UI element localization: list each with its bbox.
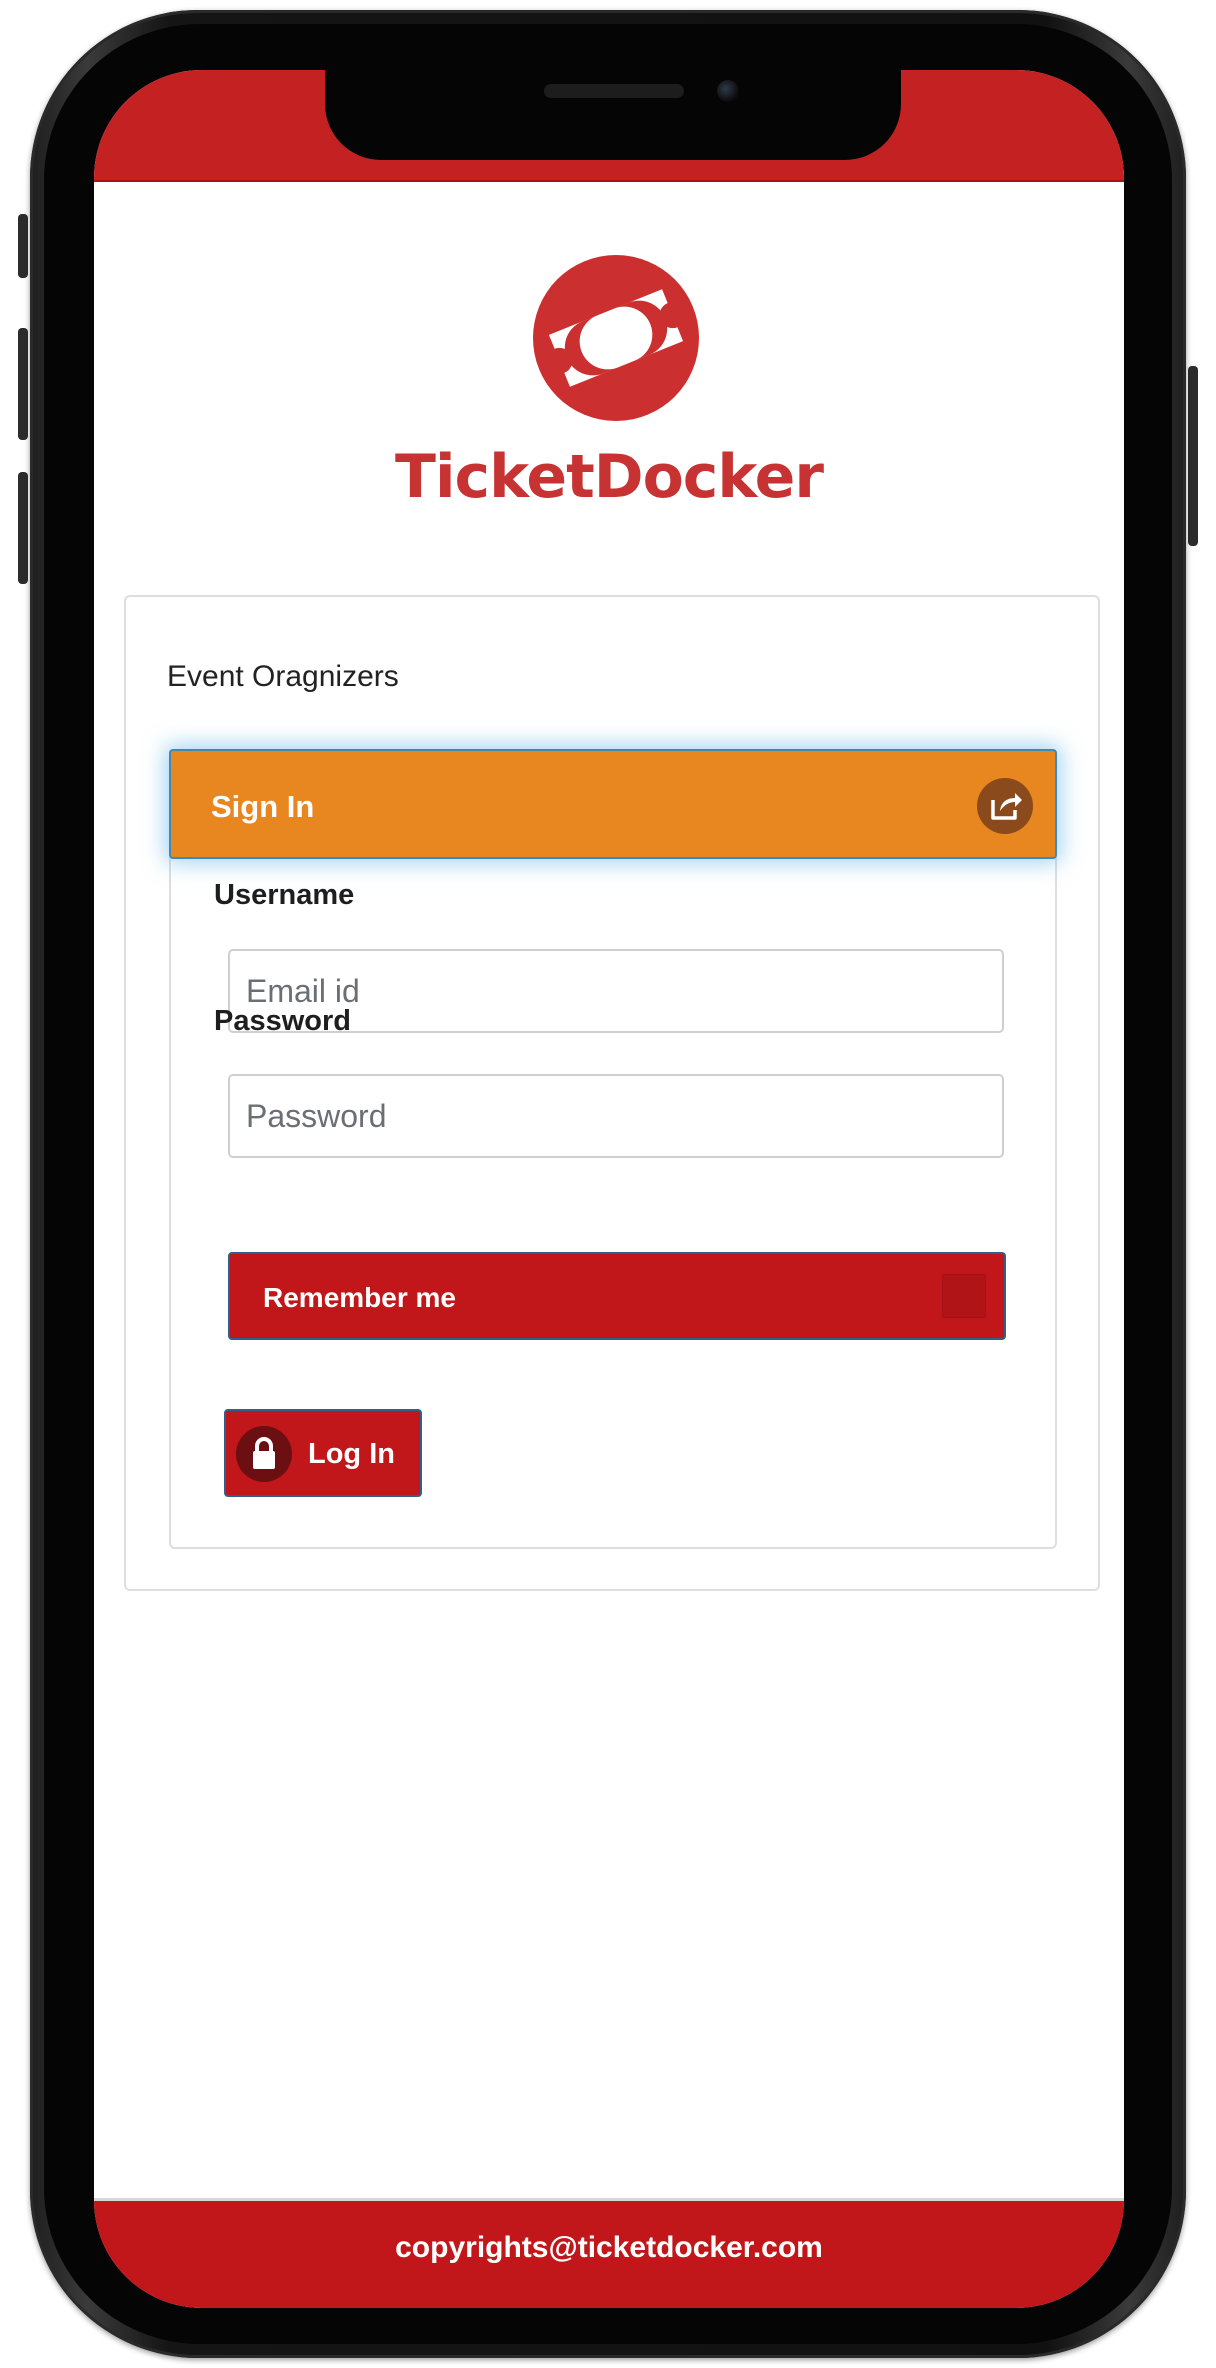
side-button-volume-up [18, 328, 28, 440]
username-label: Username [214, 879, 355, 911]
side-button-volume-down [18, 472, 28, 584]
remember-me-label: Remember me [263, 1282, 456, 1313]
sign-in-form: Username Password Remember me Log In [169, 857, 1057, 1549]
notch [325, 70, 901, 160]
login-card: Event Oragnizers Sign In Username Passwo… [124, 595, 1100, 1591]
login-label: Log In [308, 1438, 395, 1470]
footer-copyright: copyrights@ticketdocker.com [395, 2231, 823, 2264]
front-camera [717, 80, 739, 102]
password-label: Password [214, 1005, 351, 1037]
side-button-mute [18, 214, 28, 278]
remember-me-checkbox[interactable] [942, 1274, 986, 1318]
remember-me-toggle[interactable]: Remember me [228, 1252, 1006, 1340]
share-icon[interactable] [977, 778, 1033, 834]
password-input[interactable] [228, 1074, 1004, 1158]
side-button-power [1188, 366, 1198, 546]
lock-icon [236, 1426, 292, 1482]
speaker-grille [544, 84, 684, 98]
login-button[interactable]: Log In [224, 1409, 422, 1497]
sign-in-title: Sign In [211, 789, 315, 824]
footer: copyrights@ticketdocker.com [94, 2198, 1124, 2308]
ticket-logo-icon [533, 255, 699, 421]
brand-name: TicketDocker [395, 442, 824, 512]
app-screen: TicketDocker Event Oragnizers Sign In Us… [94, 70, 1124, 2308]
sign-in-header[interactable]: Sign In [169, 749, 1057, 859]
section-label: Event Oragnizers [167, 660, 399, 693]
